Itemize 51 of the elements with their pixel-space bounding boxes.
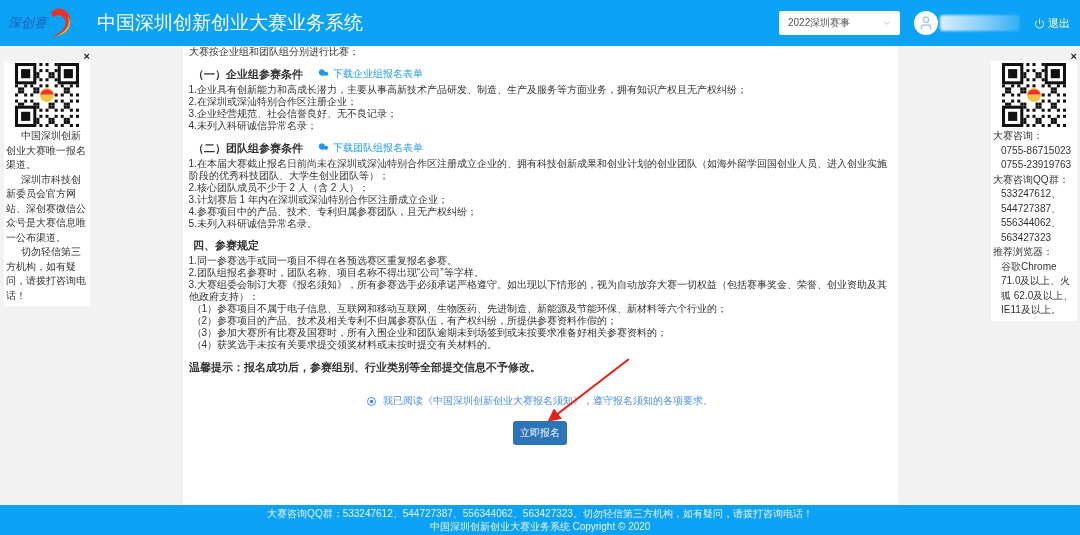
rule-text: 1.同一参赛选手或同一项目不得在各预选赛区重复报名参赛。 — [188, 255, 458, 267]
intro-text: 大赛按企业组和团队组分别进行比赛； — [188, 46, 360, 58]
rule-text: 1.企业具有创新能力和高成长潜力，主要从事高新技术产品研发、制造、生产及服务等方面业务，拥有知识产权且无产权纠纷； — [188, 84, 748, 96]
contact-value: 谷歌Chrome 71.0及以上、火狐 62.0及以上、IE11及以上。 — [1000, 259, 1075, 317]
contact-value: 0755-23919763 — [1000, 158, 1073, 172]
rule-text: 2.在深圳或深汕特别合作区注册企业； — [188, 96, 358, 108]
section-heading: （二）团队组参赛条件 — [192, 141, 303, 154]
rule-text: 2.团队组报名参赛时，团队名称、项目名称不得出现“公司”等字样。 — [188, 267, 485, 279]
download-link[interactable]: 下载团队组报名表单 — [316, 141, 423, 154]
contact-label: 大赛咨询QQ群： — [993, 172, 1070, 187]
logout-button[interactable]: 退出 — [1034, 15, 1070, 31]
section-heading: （一）企业组参赛条件 — [192, 67, 303, 80]
rule-text: （2）参赛项目的产品、技术及相关专利不归属参赛队伍，有产权纠纷，所提供参赛资料作假的； — [190, 315, 619, 327]
contact-label: 大赛咨询： — [993, 129, 1044, 143]
rule-text: 4.参赛项目中的产品、技术、专利归属参赛团队，且无产权纠纷； — [188, 206, 478, 218]
cloud-download-icon — [316, 141, 330, 154]
avatar[interactable] — [914, 11, 938, 35]
notice-paragraph: 中国深圳创新创业大赛唯一报名渠道。 — [6, 129, 87, 172]
rule-text: （4）获奖选手未按有关要求提交领奖材料或未按时提交有关材料的。 — [190, 339, 499, 351]
rule-text: 2.核心团队成员不少于 2 人（含 2 人）； — [188, 182, 371, 194]
rule-text: 3.企业经营规范、社会信誉良好、无不良记录； — [188, 108, 398, 120]
app-title: 中国深圳创新创业大赛业务系统 — [97, 11, 364, 35]
download-link[interactable]: 下载企业组报名表单 — [316, 67, 423, 80]
rule-text: 3.计划赛后 1 年内在深圳或深汕特别合作区注册成立企业； — [188, 194, 449, 206]
contact-value: 563427323 — [1000, 230, 1053, 245]
notice-paragraph: 深圳市科技创新委员会官方网站、深创赛微信公众号是大赛信息唯一公布渠道。 — [6, 172, 87, 245]
close-button[interactable]: × — [83, 51, 90, 61]
chevron-down-icon — [882, 18, 892, 28]
rule-text: （3）参加大赛所有比赛及国赛时，所有入围企业和团队逾期未到场签到或未按要求准备好相关参赛资料的； — [190, 327, 669, 339]
contact-value: 0755-86715023 — [1000, 143, 1073, 158]
contact-value: 533247612、 — [1000, 187, 1063, 201]
contact-value: 556344062、 — [1000, 216, 1063, 230]
notice-text: 温馨提示：报名成功后，参赛组别、行业类别等全部提交信息不予修改。 — [188, 361, 542, 373]
season-select[interactable]: 2022深圳赛事 — [779, 11, 900, 35]
power-icon — [1034, 17, 1045, 29]
contact-value: 544727387、 — [1000, 201, 1063, 216]
footer-text: 中国深圳创新创业大赛业务系统 Copyright © 2020 — [429, 520, 651, 533]
rule-text: （1）参赛项目不属于电子信息、互联网和移动互联网、生物医药、先进制造、新能源及节能环保、新材料等六个行业的； — [190, 303, 729, 315]
notice-paragraph: 切勿轻信第三方机构，如有疑问，请拨打咨询电话！ — [6, 245, 87, 303]
section-heading: 四、参赛规定 — [192, 239, 259, 251]
footer-text: 大赛咨询QQ群：533247612、544727387、556344062、563427323。切勿轻信第三方机构，如有疑问，请拨打咨询电话！ — [267, 507, 813, 520]
cloud-download-icon — [316, 67, 330, 80]
rule-text: 4.未列入科研诚信异常名录； — [188, 120, 318, 132]
rule-text: 1.在本届大赛截止报名日前尚未在深圳或深汕特别合作区注册成立企业的、拥有科技创新成果和创业计划的创业团队（如海外留学回国创业人员、进入创业实施阶段的优秀科技团队、大学生创业团队等）； — [188, 158, 888, 182]
register-button[interactable]: 立即报名 — [513, 421, 567, 445]
close-button[interactable]: × — [1070, 51, 1077, 61]
agreement-radio[interactable] — [367, 396, 376, 406]
rule-text: 5.未列入科研诚信异常名录。 — [188, 218, 318, 230]
contact-label: 推荐浏览器： — [993, 245, 1054, 259]
logo-text: 深创赛 — [8, 14, 47, 32]
rule-text: 3.大赛组委会制订大赛《报名须知》，所有参赛选手必须承诺严格遵守。如出现以下情形的，视为自动放弃大赛一切权益（包括赛事奖金、荣誉、创业资助及其他政府支持）： — [188, 279, 888, 303]
